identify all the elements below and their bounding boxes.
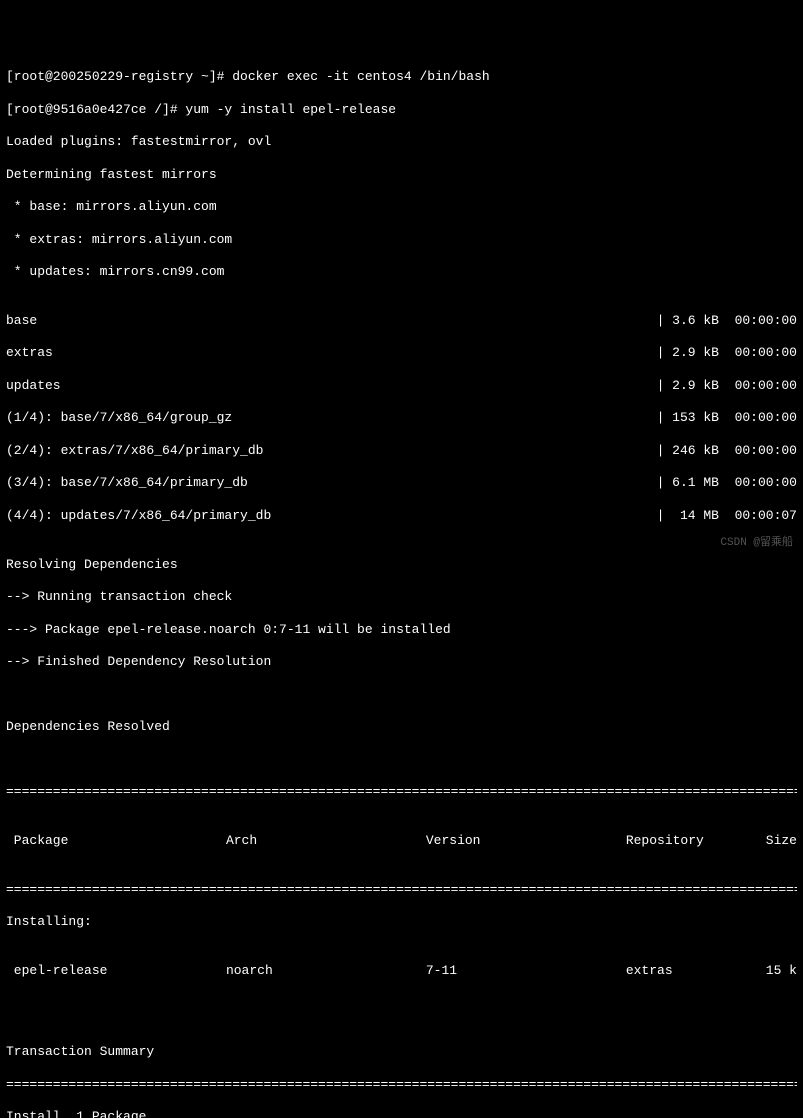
blank-line — [6, 687, 797, 703]
repo-name: (3/4): base/7/x86_64/primary_db — [6, 475, 657, 491]
mirror-extras: * extras: mirrors.aliyun.com — [6, 232, 797, 248]
repo-size: | 6.1 MB 00:00:00 — [657, 475, 797, 491]
repo-name: (4/4): updates/7/x86_64/primary_db — [6, 508, 657, 524]
header-version: Version — [426, 833, 626, 849]
repo-size: | 14 MB 00:00:07 — [657, 508, 797, 524]
repo-size: | 153 kB 00:00:00 — [657, 410, 797, 426]
install-pkg-repo: extras — [626, 963, 766, 979]
repo-size: | 2.9 kB 00:00:00 — [657, 378, 797, 394]
header-package: Package — [6, 833, 226, 849]
header-size: Size — [766, 833, 797, 849]
repo-name: base — [6, 313, 657, 329]
header-repository: Repository — [626, 833, 766, 849]
repo-size: | 246 kB 00:00:00 — [657, 443, 797, 459]
mirror-base: * base: mirrors.aliyun.com — [6, 199, 797, 215]
install-pkg-size: 15 k — [766, 963, 797, 979]
repo-row: (3/4): base/7/x86_64/primary_db| 6.1 MB … — [6, 475, 797, 491]
mirror-updates: * updates: mirrors.cn99.com — [6, 264, 797, 280]
install-count: Install 1 Package — [6, 1109, 797, 1118]
repo-name: extras — [6, 345, 657, 361]
blank-line — [6, 752, 797, 768]
divider-line: ========================================… — [6, 1077, 797, 1093]
deps-resolved: Dependencies Resolved — [6, 719, 797, 735]
table-header: Package Arch Version Repository Size — [6, 833, 797, 849]
repo-row: updates| 2.9 kB 00:00:00 — [6, 378, 797, 394]
repo-row: extras| 2.9 kB 00:00:00 — [6, 345, 797, 361]
loaded-plugins: Loaded plugins: fastestmirror, ovl — [6, 134, 797, 150]
tx-summary: Transaction Summary — [6, 1044, 797, 1060]
determining-mirrors: Determining fastest mirrors — [6, 167, 797, 183]
repo-size: | 2.9 kB 00:00:00 — [657, 345, 797, 361]
tx-check: --> Running transaction check — [6, 589, 797, 605]
divider-line: ========================================… — [6, 784, 797, 800]
blank-line — [6, 1012, 797, 1028]
installing-label: Installing: — [6, 914, 797, 930]
divider-line: ========================================… — [6, 882, 797, 898]
repo-row: base| 3.6 kB 00:00:00 — [6, 313, 797, 329]
repo-name: updates — [6, 378, 657, 394]
install-pkg-arch: noarch — [226, 963, 426, 979]
shell-prompt-2: [root@9516a0e427ce /]# yum -y install ep… — [6, 102, 797, 118]
repo-row: (1/4): base/7/x86_64/group_gz| 153 kB 00… — [6, 410, 797, 426]
repo-size: | 3.6 kB 00:00:00 — [657, 313, 797, 329]
finished-dep: --> Finished Dependency Resolution — [6, 654, 797, 670]
pkg-will-install: ---> Package epel-release.noarch 0:7-11 … — [6, 622, 797, 638]
shell-prompt-1: [root@200250229-registry ~]# docker exec… — [6, 69, 797, 85]
repo-name: (1/4): base/7/x86_64/group_gz — [6, 410, 657, 426]
watermark: CSDN @留乘船 — [720, 537, 793, 551]
repo-row: (2/4): extras/7/x86_64/primary_db| 246 k… — [6, 443, 797, 459]
header-arch: Arch — [226, 833, 426, 849]
repo-name: (2/4): extras/7/x86_64/primary_db — [6, 443, 657, 459]
repo-row: (4/4): updates/7/x86_64/primary_db| 14 M… — [6, 508, 797, 524]
install-pkg-name: epel-release — [6, 963, 226, 979]
install-pkg-version: 7-11 — [426, 963, 626, 979]
table-row: epel-release noarch 7-11 extras 15 k — [6, 963, 797, 979]
